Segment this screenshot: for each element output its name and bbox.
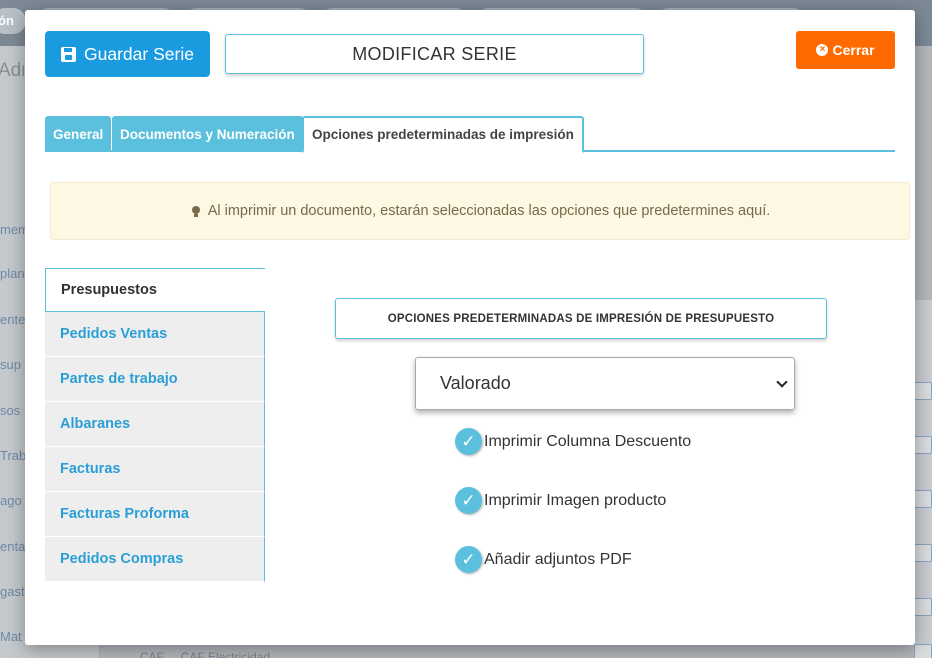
modify-series-modal: Guardar Serie MODIFICAR SERIE × Cerrar G… [25,10,915,645]
valuation-select[interactable]: Valorado [415,357,795,410]
nav-item-albaranes[interactable]: Albaranes [45,402,265,447]
nav-item-facturas[interactable]: Facturas [45,447,265,492]
nav-item-presupuestos[interactable]: Presupuestos [45,268,265,312]
nav-item-pedidos-compras[interactable]: Pedidos Compras [45,537,265,582]
close-label: Cerrar [832,42,875,58]
alert-text: Al imprimir un documento, estarán selecc… [207,203,771,219]
option-print-product-image[interactable]: ✓ Imprimir Imagen producto [455,487,666,514]
valuation-select-value: Valorado [440,373,511,393]
nav-item-pedidos-ventas[interactable]: Pedidos Ventas [45,312,265,357]
print-options-title: OPCIONES PREDETERMINADAS DE IMPRESIÓN DE… [335,298,827,339]
document-type-nav: Presupuestos Pedidos Ventas Partes de tr… [45,268,265,582]
save-series-label: Guardar Serie [84,43,194,64]
close-circle-icon: × [816,44,829,56]
checkmark-icon[interactable]: ✓ [455,487,482,514]
floppy-disk-icon [61,46,77,62]
option-label: Imprimir Columna Descuento [484,432,692,450]
edit-icon [914,490,932,508]
tab-documents-numbering[interactable]: Documentos y Numeración [112,116,303,152]
background-sidebar-title: Adn [0,60,24,81]
tab-general[interactable]: General [45,116,112,152]
save-series-button[interactable]: Guardar Serie [45,31,210,77]
checkmark-icon[interactable]: ✓ [455,428,482,455]
checkmark-icon[interactable]: ✓ [455,546,482,573]
option-print-discount-column[interactable]: ✓ Imprimir Columna Descuento [455,428,691,455]
nav-item-partes-trabajo[interactable]: Partes de trabajo [45,357,265,402]
chevron-down-icon [776,376,788,388]
edit-icon [914,436,932,454]
lightbulb-icon [190,203,202,219]
option-label: Imprimir Imagen producto [484,491,667,509]
option-add-pdf-attachments[interactable]: ✓ Añadir adjuntos PDF [455,546,632,573]
background-row-text: CAF ... CAF Electricidad [140,650,271,658]
edit-icon [914,544,932,562]
info-alert: Al imprimir un documento, estarán selecc… [50,182,910,240]
modal-title: MODIFICAR SERIE [225,34,644,74]
tab-print-defaults[interactable]: Opciones predeterminadas de impresión [302,116,584,153]
nav-item-facturas-proforma[interactable]: Facturas Proforma [45,492,265,537]
close-button[interactable]: × Cerrar [796,31,895,69]
option-label: Añadir adjuntos PDF [484,550,632,568]
edit-icon [914,382,932,400]
edit-icon [914,598,932,616]
background-tab: ón [0,8,26,34]
edit-icon [914,644,932,658]
